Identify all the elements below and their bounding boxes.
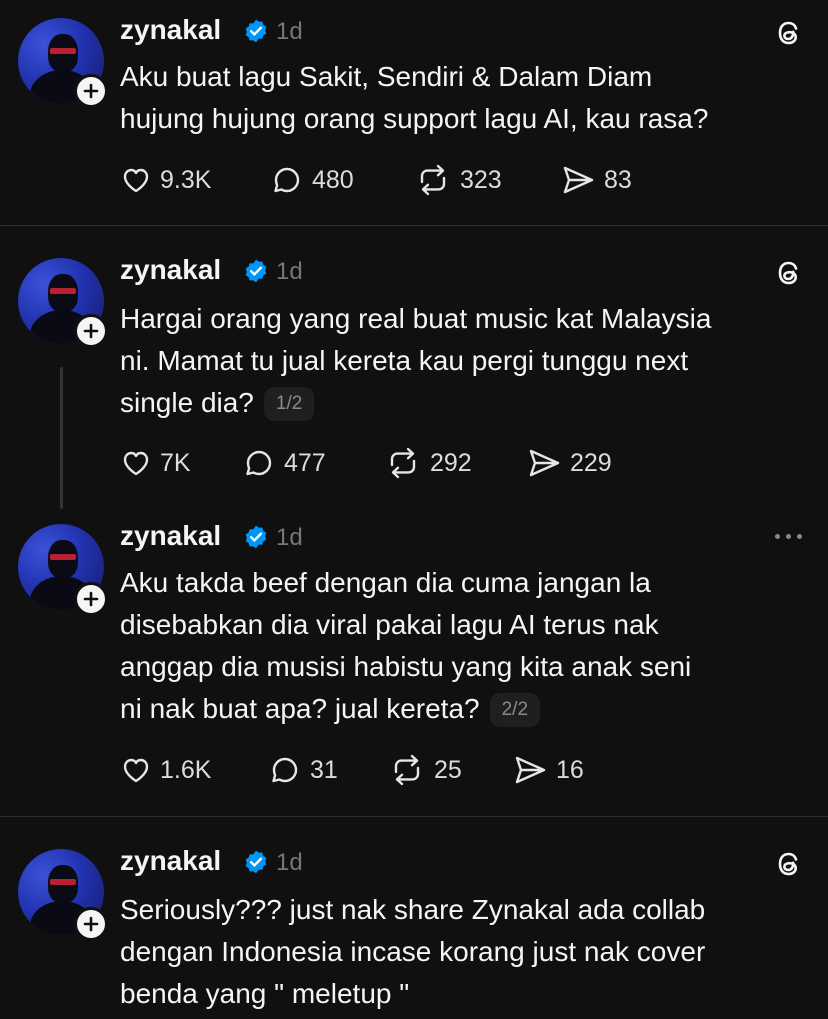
like-button[interactable]: 7K [120, 443, 191, 483]
post-time: 1d [276, 18, 303, 45]
like-count: 9.3K [160, 165, 212, 194]
reply-button[interactable]: 480 [270, 160, 354, 200]
repost-icon [390, 447, 416, 479]
post-1: zynakal 1d Aku buat lagu Sakit, Sendiri … [0, 0, 828, 225]
share-count: 83 [604, 165, 632, 194]
reply-count: 477 [284, 448, 326, 477]
repost-count: 292 [430, 448, 472, 477]
post-text-line: hujung hujung orang support lagu AI, kau… [120, 103, 709, 134]
post-text: Aku buat lagu Sakit, Sendiri & Dalam Dia… [120, 56, 810, 140]
share-button[interactable]: 83 [560, 160, 632, 200]
plus-icon [83, 323, 99, 339]
post-text-last-line: single dia? [120, 387, 254, 418]
repost-button[interactable]: 292 [384, 443, 472, 483]
send-icon [563, 166, 594, 194]
follow-plus-button[interactable] [74, 582, 108, 616]
post-text-line: benda yang " meletup " [120, 978, 410, 1009]
post-text-line: Seriously??? just nak share Zynakal ada … [120, 894, 706, 925]
send-icon [515, 756, 546, 784]
reply-button[interactable]: 31 [268, 750, 338, 790]
threads-logo-icon[interactable] [772, 16, 806, 50]
thread-pager-badge[interactable]: 1/2 [263, 387, 315, 421]
comment-icon [274, 167, 300, 193]
like-count: 1.6K [160, 755, 212, 784]
post-2: zynakal 1d Hargai orang yang real buat m… [0, 226, 828, 516]
like-button[interactable]: 9.3K [120, 160, 211, 200]
username[interactable]: zynakal [120, 845, 221, 877]
verified-badge-icon [245, 525, 267, 549]
post-text-line: ni. Mamat tu jual kereta kau pergi tungg… [120, 345, 689, 376]
reply-count: 480 [312, 165, 354, 194]
verified-badge-icon [245, 19, 267, 43]
post-actions: 1.6K 31 25 16 [120, 750, 720, 790]
post-text-line: ni nak buat apa? jual kereta? 2/2 [120, 688, 810, 730]
repost-button[interactable]: 25 [388, 750, 462, 790]
post-text-line: Aku takda beef dengan dia cuma jangan la [120, 567, 651, 598]
username[interactable]: zynakal [120, 254, 221, 286]
verified-badge-icon [245, 259, 267, 283]
share-count: 229 [570, 448, 612, 477]
post-3: zynakal 1d Aku takda beef dengan dia cum… [0, 516, 828, 816]
heart-icon [123, 168, 149, 193]
post-time: 1d [276, 524, 303, 551]
repost-icon [420, 164, 446, 196]
post-text: Seriously??? just nak share Zynakal ada … [120, 889, 810, 1015]
comment-icon [246, 450, 272, 476]
heart-icon [123, 758, 149, 783]
repost-count: 25 [434, 755, 462, 784]
post-text-line: Aku buat lagu Sakit, Sendiri & Dalam Dia… [120, 61, 653, 92]
post-text-line: dengan Indonesia incase korang just nak … [120, 936, 706, 967]
share-count: 16 [556, 755, 584, 784]
like-count: 7K [160, 448, 191, 477]
reply-button[interactable]: 477 [242, 443, 326, 483]
share-button[interactable]: 229 [526, 443, 612, 483]
post-text: Aku takda beef dengan dia cuma jangan la… [120, 562, 810, 730]
post-time: 1d [276, 849, 303, 876]
post-time: 1d [276, 258, 303, 285]
plus-icon [83, 916, 99, 932]
post-text-line: anggap dia musisi habistu yang kita anak… [120, 651, 692, 682]
post-text-line: Hargai orang yang real buat music kat Ma… [120, 303, 712, 334]
plus-icon [83, 591, 99, 607]
post-actions: 9.3K 480 323 83 [120, 160, 720, 200]
username[interactable]: zynakal [120, 14, 221, 46]
threads-logo-icon[interactable] [772, 847, 806, 881]
follow-plus-button[interactable] [74, 74, 108, 108]
send-icon [529, 449, 560, 477]
repost-icon [394, 754, 420, 786]
thread-pager-badge[interactable]: 2/2 [489, 693, 541, 727]
repost-count: 323 [460, 165, 502, 194]
verified-badge-icon [245, 850, 267, 874]
follow-plus-button[interactable] [74, 314, 108, 348]
comment-icon [272, 757, 298, 783]
post-text-line: single dia? 1/2 [120, 382, 810, 424]
more-options-icon[interactable] [775, 534, 802, 539]
like-button[interactable]: 1.6K [120, 750, 211, 790]
post-actions: 7K 477 292 229 [120, 443, 720, 483]
username[interactable]: zynakal [120, 520, 221, 552]
repost-button[interactable]: 323 [414, 160, 502, 200]
threads-logo-icon[interactable] [772, 256, 806, 290]
follow-plus-button[interactable] [74, 907, 108, 941]
plus-icon [83, 83, 99, 99]
thread-line [60, 367, 63, 509]
share-button[interactable]: 16 [512, 750, 584, 790]
post-text: Hargai orang yang real buat music kat Ma… [120, 298, 810, 424]
reply-count: 31 [310, 755, 338, 784]
post-4: zynakal 1d Seriously??? just nak share Z… [0, 817, 828, 1019]
post-text-line: disebabkan dia viral pakai lagu AI terus… [120, 609, 659, 640]
post-text-last-line: ni nak buat apa? jual kereta? [120, 693, 480, 724]
heart-icon [123, 451, 149, 476]
